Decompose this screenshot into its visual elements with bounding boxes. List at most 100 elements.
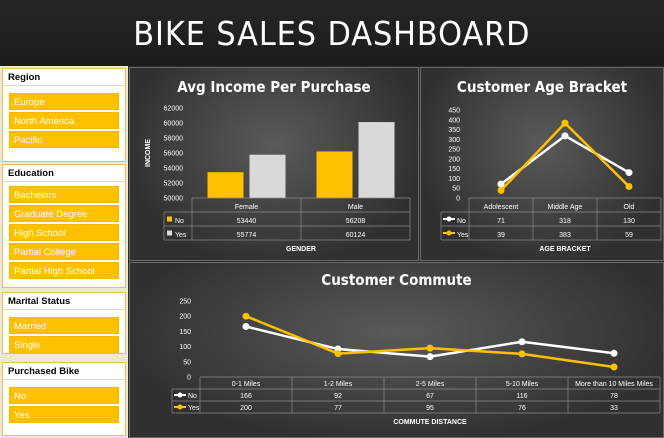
data-label: 200 <box>240 405 252 412</box>
age-line-chart: 0 50 100 150 200 250 300 350 400 450 Adolescent Mid… <box>440 108 662 253</box>
legend-label: No <box>188 393 197 400</box>
data-label: 95 <box>426 405 434 412</box>
data-label: 318 <box>559 218 571 225</box>
y-tick-label: 450 <box>448 108 460 115</box>
data-label: 53440 <box>237 218 257 225</box>
slicer-item-no[interactable]: No <box>9 387 119 404</box>
slicer-title: Education <box>3 165 125 182</box>
y-tick-label: 250 <box>179 299 191 306</box>
age-chart-panel[interactable]: Customer Age Bracket 0 50 100 150 200 250 300 3… <box>420 67 664 261</box>
commute-chart-panel[interactable]: Customer Commute 0 50 100 150 200 250 0-1 Mile… <box>129 262 664 438</box>
marital-status-slicer: Marital Status Married Single <box>2 292 126 354</box>
y-tick-label: 250 <box>448 147 460 154</box>
category-label: Old <box>624 204 635 211</box>
bar <box>316 151 353 198</box>
data-label: 60124 <box>346 232 366 239</box>
data-point <box>610 363 618 371</box>
legend-label: No <box>457 218 466 225</box>
slicer-item-single[interactable]: Single <box>9 336 119 353</box>
data-label: 33 <box>610 405 618 412</box>
y-tick-label: 350 <box>448 127 460 134</box>
series-line <box>500 134 630 186</box>
slicer-item-pacific[interactable]: Pacific <box>9 131 119 148</box>
y-tick-label: 56000 <box>164 151 184 158</box>
y-tick-label: 200 <box>179 314 191 321</box>
legend-key-marker <box>177 392 183 398</box>
data-label: 383 <box>559 232 571 239</box>
region-slicer: Region Europe North America Pacific <box>2 68 126 162</box>
y-tick-label: 58000 <box>164 136 184 143</box>
x-axis-label: AGE BRACKET <box>539 246 591 253</box>
y-tick-label: 62000 <box>164 106 184 113</box>
data-label: 59 <box>625 232 633 239</box>
data-point <box>334 350 342 358</box>
legend-key-marker <box>446 230 452 236</box>
y-tick-label: 0 <box>456 196 460 203</box>
slicer-item-bachelors[interactable]: Bachelors <box>9 186 119 203</box>
bar <box>249 154 286 198</box>
data-point <box>242 312 250 320</box>
data-point <box>497 186 505 194</box>
category-label: 5-10 Miles <box>506 381 539 388</box>
y-axis-label: INCOME <box>145 139 152 167</box>
y-tick-label: 150 <box>179 329 191 336</box>
data-label: 116 <box>516 393 527 400</box>
slicer-item-yes[interactable]: Yes <box>9 406 119 423</box>
data-label: 76 <box>518 405 526 412</box>
data-label: 67 <box>426 393 434 400</box>
data-label: 77 <box>334 405 342 412</box>
slicer-item-north-america[interactable]: North America <box>9 112 119 129</box>
slicer-item-graduate-degree[interactable]: Graduate Degree <box>9 205 119 222</box>
slicer-item-partial-high-school[interactable]: Partial High School <box>9 262 119 279</box>
data-label: 56208 <box>346 218 366 225</box>
slicer-item-high-school[interactable]: High School <box>9 224 119 241</box>
bar <box>358 122 395 198</box>
commute-line-chart: 0 50 100 150 200 250 0-1 Miles 1-2 Miles 2-5 Mil… <box>171 299 661 426</box>
y-tick-label: 50000 <box>164 196 184 203</box>
legend-key <box>167 216 172 222</box>
data-point <box>518 350 526 358</box>
data-point <box>625 182 633 190</box>
y-tick-label: 0 <box>187 375 191 382</box>
slicer-title: Purchased Bike <box>3 363 125 380</box>
y-tick-label: 300 <box>448 137 460 144</box>
legend-label: Yes <box>457 232 469 239</box>
series-line <box>245 325 615 358</box>
legend-key-marker <box>177 404 183 410</box>
data-point <box>518 338 526 346</box>
category-label: 2-5 Miles <box>416 381 445 388</box>
y-tick-label: 54000 <box>164 166 184 173</box>
data-label: 92 <box>334 393 342 400</box>
category-label: Middle Age <box>548 204 583 211</box>
category-label: Female <box>235 204 258 211</box>
category-label: More than 10 Miles Miles <box>575 381 653 388</box>
y-tick-label: 60000 <box>164 121 184 128</box>
legend-label: Yes <box>175 232 187 239</box>
bar <box>207 172 244 198</box>
data-point <box>426 353 434 361</box>
y-tick-label: 150 <box>448 166 460 173</box>
y-tick-label: 52000 <box>164 181 184 188</box>
slicer-column: Region Europe North America Pacific Educ… <box>0 66 128 438</box>
data-label: 78 <box>610 393 618 400</box>
y-tick-label: 50 <box>452 186 460 193</box>
slicer-item-europe[interactable]: Europe <box>9 93 119 110</box>
x-axis-label: GENDER <box>286 246 316 253</box>
y-tick-label: 200 <box>448 156 460 163</box>
legend-key <box>167 230 172 236</box>
data-label: 130 <box>623 218 635 225</box>
category-label: Adolescent <box>484 204 519 211</box>
y-tick-label: 100 <box>448 176 460 183</box>
data-label: 71 <box>497 218 505 225</box>
category-label: 1-2 Miles <box>324 381 353 388</box>
slicer-item-partial-college[interactable]: Partial College <box>9 243 119 260</box>
education-slicer: Education Bachelors Graduate Degree High… <box>2 164 126 288</box>
purchased-bike-slicer: Purchased Bike No Yes <box>2 362 126 436</box>
slicer-item-married[interactable]: Married <box>9 317 119 334</box>
income-bar-chart: 50000 52000 54000 56000 58000 60000 62000 INCOM… <box>145 106 411 253</box>
income-chart-panel[interactable]: Avg Income Per Purchase 50000 52000 54000 5… <box>129 67 419 261</box>
data-point <box>242 323 250 331</box>
slicer-title: Marital Status <box>3 293 125 310</box>
data-point <box>610 349 618 357</box>
legend-key-marker <box>446 216 452 222</box>
